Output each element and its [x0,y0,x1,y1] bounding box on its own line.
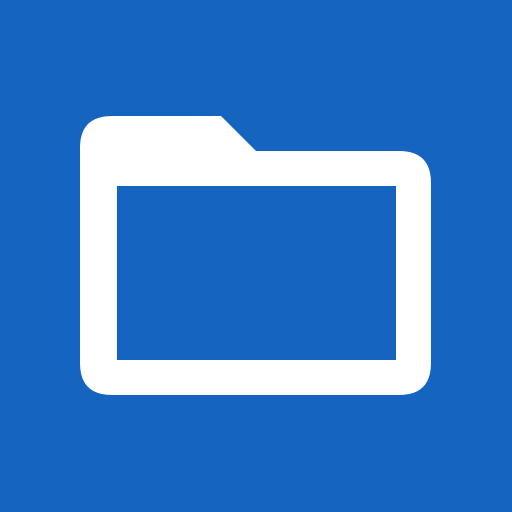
folder-outline [80,116,431,395]
app-icon[interactable] [0,0,512,512]
folder-icon [80,116,431,395]
